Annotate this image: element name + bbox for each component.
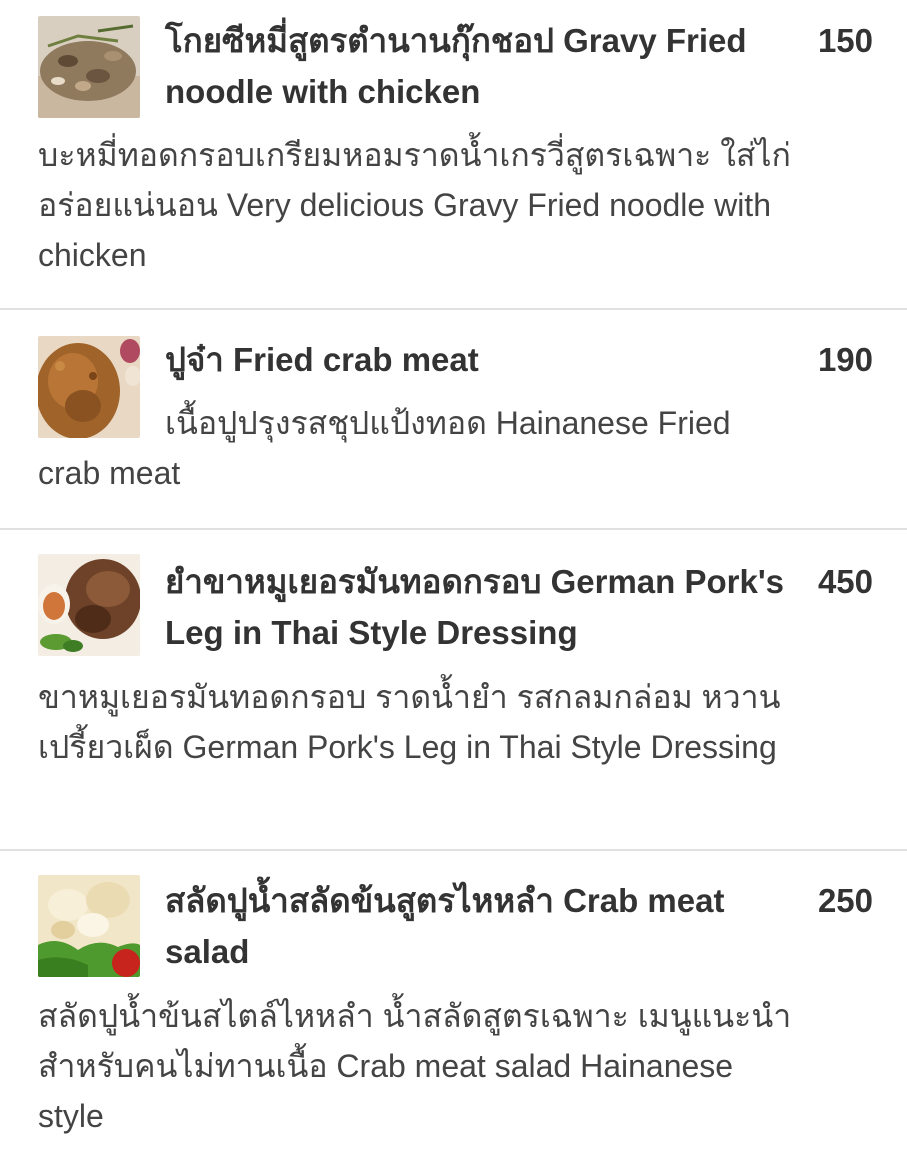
item-description: ขาหมูเยอรมันทอดกรอบ ราดน้ำยำ รสกลมกล่อม … <box>38 679 781 765</box>
crab-meat-salad-photo[interactable] <box>38 875 140 977</box>
german-pork-leg-photo[interactable] <box>38 554 140 656</box>
item-description: สลัดปูน้ำข้นสไตล์ไหหลำ น้ำสลัดสูตรเฉพาะ … <box>38 998 792 1134</box>
item-title: ยำขาหมูเยอรมันทอดกรอบ German Pork's Leg … <box>165 563 785 651</box>
menu-item[interactable]: สลัดปูน้ำสลัดข้นสูตรไหหลำ Crab meat sala… <box>0 851 907 1161</box>
item-title: สลัดปูน้ำสลัดข้นสูตรไหหลำ Crab meat sala… <box>165 882 725 970</box>
menu-list: โกยซีหมี่สูตรตำนานกุ๊กชอป Gravy Fried no… <box>0 0 907 1161</box>
item-description: บะหมี่ทอดกรอบเกรียมหอมราดน้ำเกรวี่สูตรเฉ… <box>38 137 791 273</box>
item-title: ปูจ๋า Fried crab meat <box>165 341 479 378</box>
menu-item[interactable]: ปูจ๋า Fried crab meat 190 เนื้อปูปรุงรสช… <box>0 310 907 528</box>
item-price: 150 <box>817 22 873 59</box>
item-title: โกยซีหมี่สูตรตำนานกุ๊กชอป Gravy Fried no… <box>165 22 747 110</box>
item-price: 450 <box>817 563 873 600</box>
item-price: 190 <box>817 341 873 378</box>
gravy-fried-noodle-photo[interactable] <box>38 16 140 118</box>
item-price: 250 <box>817 882 873 919</box>
item-description: เนื้อปูปรุงรสชุปแป้งทอด Hainanese Fried … <box>38 405 731 491</box>
menu-item[interactable]: ยำขาหมูเยอรมันทอดกรอบ German Pork's Leg … <box>0 530 907 849</box>
menu-item[interactable]: โกยซีหมี่สูตรตำนานกุ๊กชอป Gravy Fried no… <box>0 0 907 308</box>
